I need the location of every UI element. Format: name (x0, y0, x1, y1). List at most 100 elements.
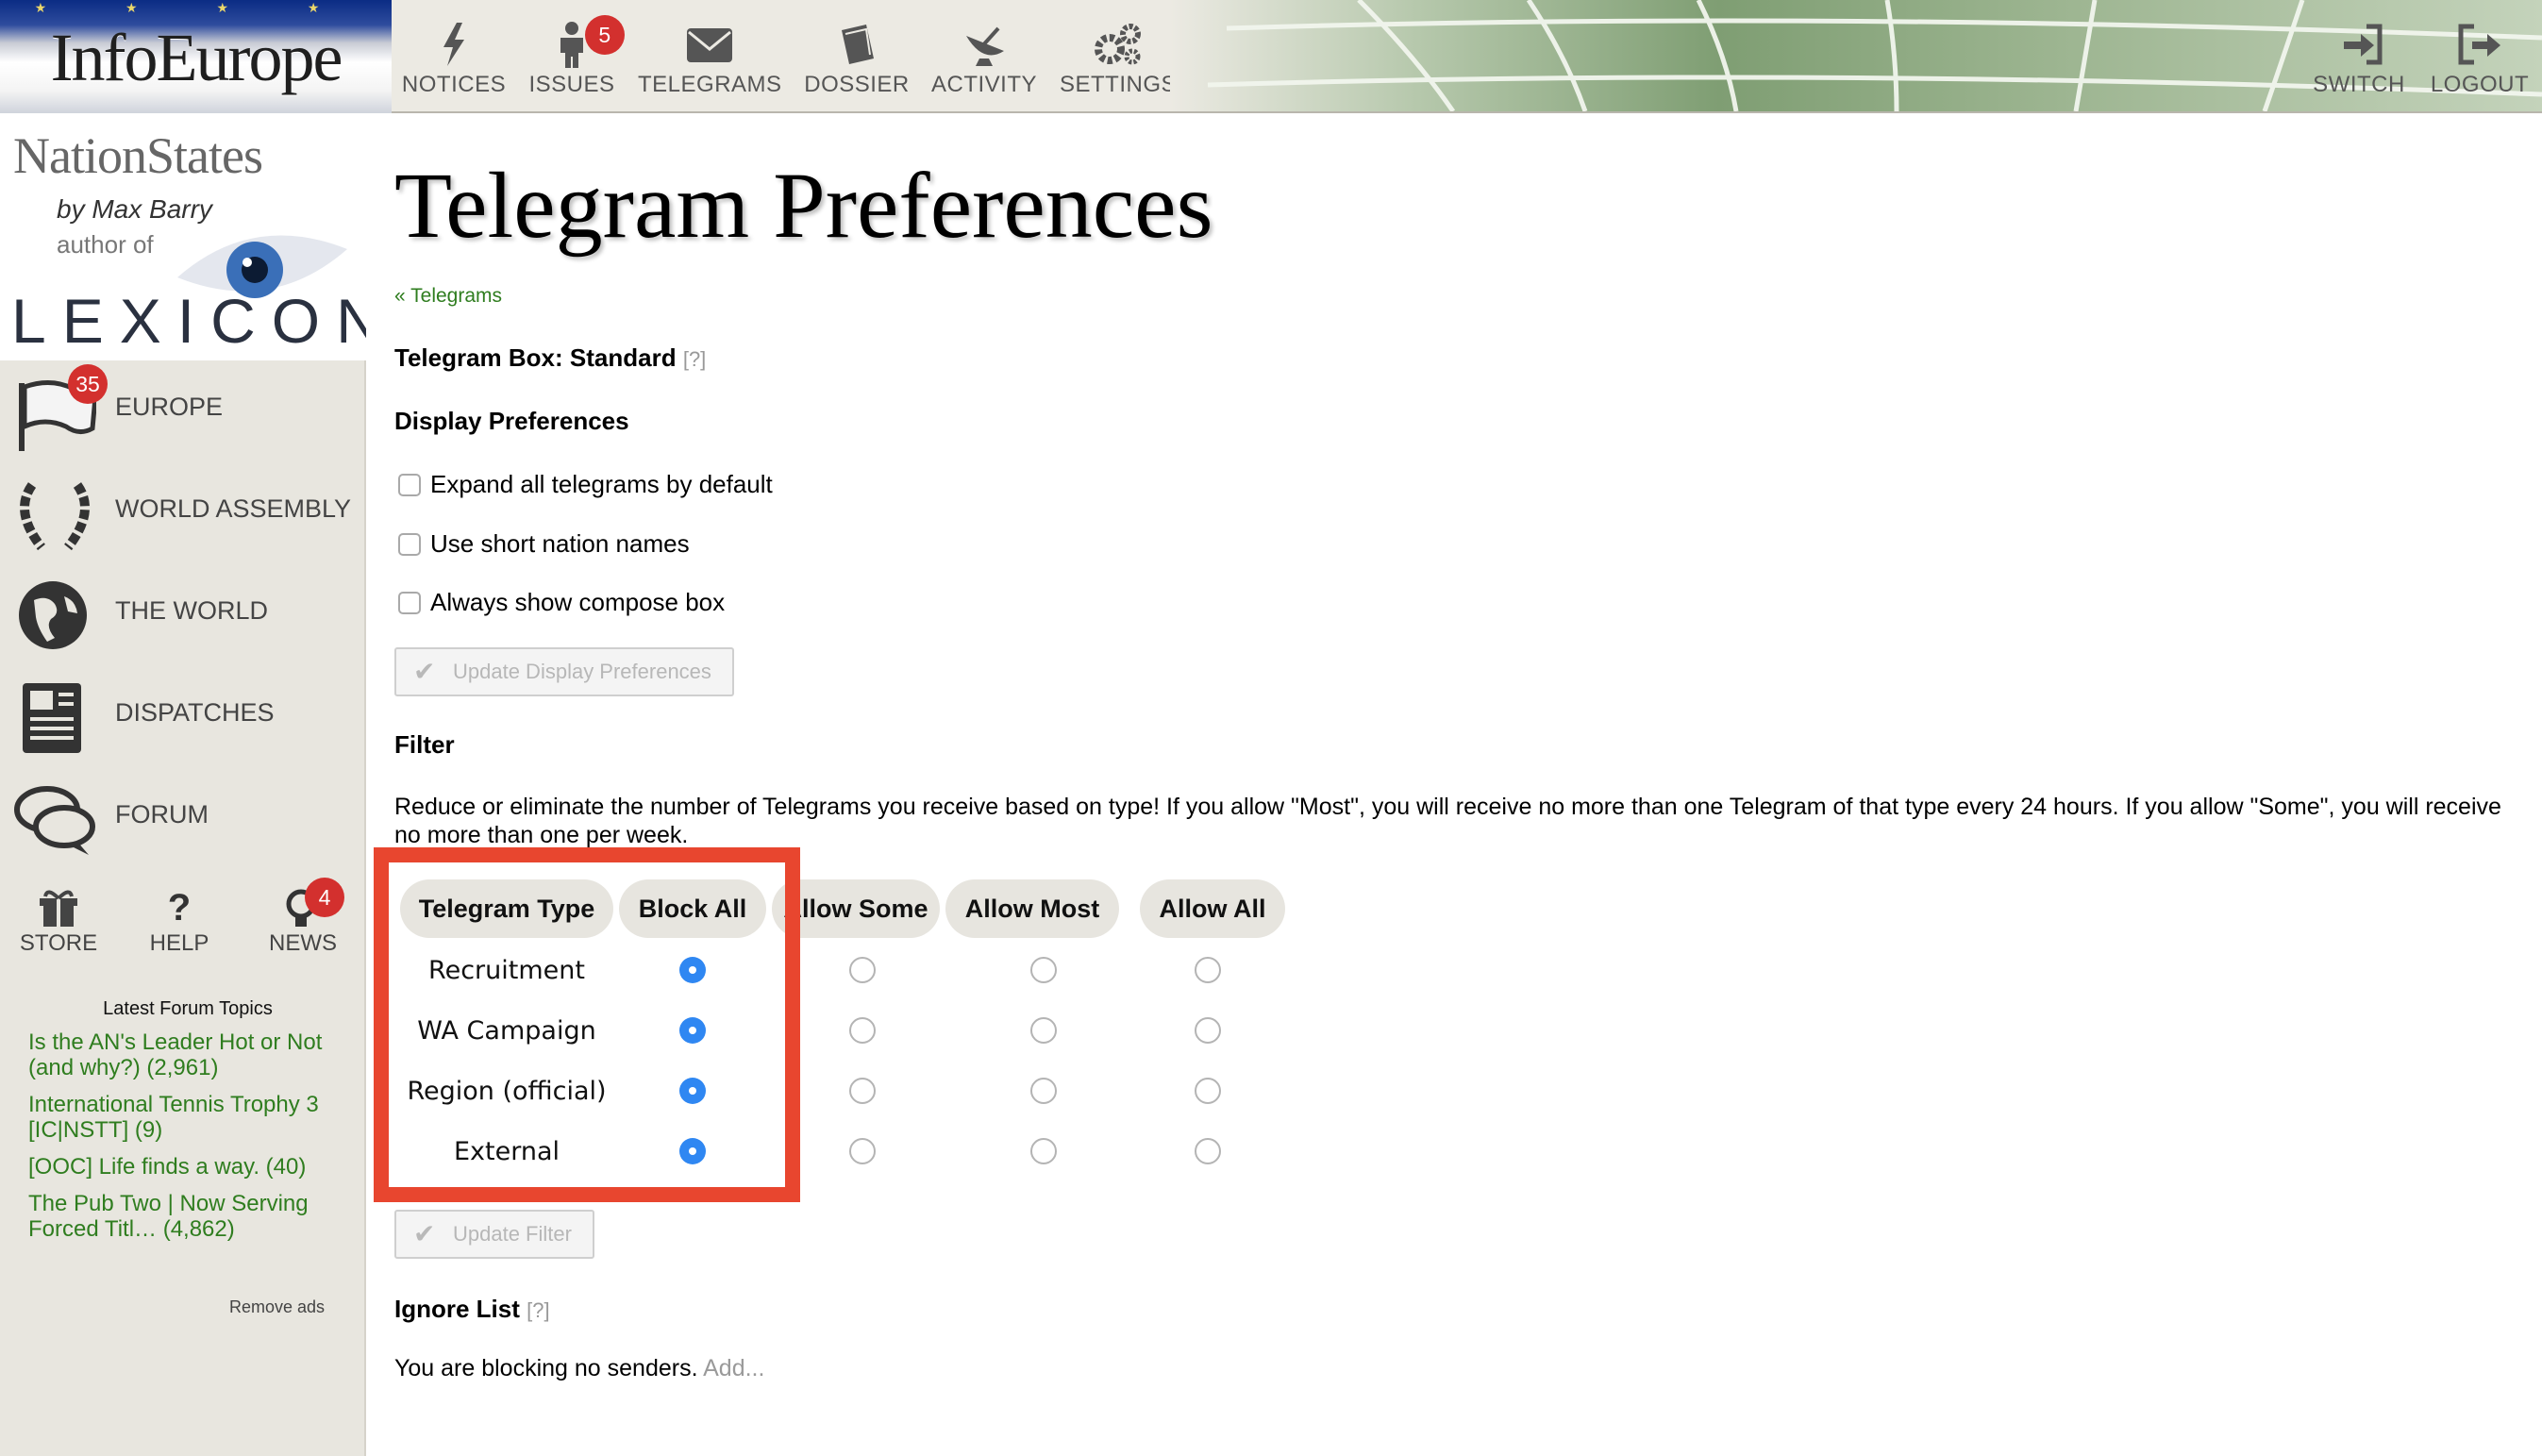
region-official-allow-all-radio[interactable] (1195, 1078, 1221, 1104)
checkbox-label: Always show compose box (430, 588, 726, 616)
nav-settings[interactable]: SETTINGS (1057, 0, 1179, 113)
europe-count-badge: 35 (68, 364, 108, 404)
sidebar-item-dispatches[interactable]: DISPATCHES (0, 666, 366, 768)
nav-telegrams[interactable]: TELEGRAMS (638, 0, 781, 113)
forum-topic-link[interactable]: International Tennis Trophy 3 [IC|NSTT] … (28, 1092, 340, 1143)
sidebar-item-forum[interactable]: FORUM (0, 768, 366, 870)
update-display-preferences-button[interactable]: ✔ Update Display Preferences (394, 647, 734, 696)
update-filter-button[interactable]: ✔ Update Filter (394, 1210, 594, 1259)
filter-heading: Filter (394, 730, 455, 759)
forum-topic-link[interactable]: Is the AN's Leader Hot or Not (and why?)… (28, 1029, 340, 1080)
latest-forum-topics: Latest Forum Topics Is the AN's Leader H… (28, 998, 340, 1253)
sidebar-item-label: DISPATCHES (115, 698, 275, 727)
external-allow-most-radio[interactable] (1030, 1138, 1057, 1164)
display-preferences-heading: Display Preferences (394, 407, 629, 435)
forum-topic-link[interactable]: [OOC] Life finds a way. (40) (28, 1154, 340, 1180)
ignore-list-help-link[interactable]: [?] (527, 1298, 549, 1322)
nav-notices-label: NOTICES (401, 72, 507, 97)
expand-telegrams-option[interactable]: Expand all telegrams by default (398, 470, 773, 498)
nationstates-logo[interactable]: NationStates by Max Barry author of LEXI… (0, 113, 366, 360)
external-allow-all-radio[interactable] (1195, 1138, 1221, 1164)
compose-box-option[interactable]: Always show compose box (398, 588, 725, 616)
sidebar-item-the-world[interactable]: THE WORLD (0, 564, 366, 666)
back-to-telegrams-link[interactable]: « Telegrams (394, 285, 502, 308)
region-banner[interactable]: ★ ★ ★ ★ InfoEurope (0, 0, 392, 113)
ignore-list-label: Ignore List (394, 1295, 520, 1323)
issues-count-badge: 5 (585, 15, 625, 55)
sidebar-item-label: WORLD ASSEMBLY (115, 494, 352, 523)
region-official-allow-most-radio[interactable] (1030, 1078, 1057, 1104)
nav-switch[interactable]: SWITCH (2306, 0, 2412, 113)
logo-lexicon: LEXICON (11, 286, 366, 356)
tool-help[interactable]: ? HELP (123, 883, 236, 978)
question-icon: ? (167, 887, 192, 929)
forum-topic-link[interactable]: The Pub Two | Now Serving Forced Titl… (… (28, 1191, 340, 1242)
globe-icon (19, 581, 87, 649)
checkbox-label: Expand all telegrams by default (430, 470, 773, 498)
recruitment-block-all-radio[interactable] (679, 957, 706, 983)
external-allow-some-radio[interactable] (849, 1138, 876, 1164)
short-names-checkbox[interactable] (398, 533, 421, 556)
laurel-wreath-icon (20, 482, 90, 551)
ignore-list-text: You are blocking no senders. (394, 1355, 698, 1381)
recruitment-allow-some-radio[interactable] (849, 957, 876, 983)
nav-activity[interactable]: ACTIVITY (927, 0, 1042, 113)
wa-campaign-block-all-radio[interactable] (679, 1017, 706, 1044)
filter-description: Reduce or eliminate the number of Telegr… (394, 794, 2501, 848)
speech-bubbles-icon (14, 786, 95, 855)
lightning-icon (396, 21, 511, 68)
satellite-dish-icon (927, 21, 1042, 68)
wa-campaign-allow-most-radio[interactable] (1030, 1017, 1057, 1044)
telegram-type-label: Recruitment (428, 956, 585, 985)
telegram-box-help-link[interactable]: [?] (683, 347, 706, 371)
sidebar-item-world-assembly[interactable]: WORLD ASSEMBLY (0, 462, 366, 564)
gears-icon (1057, 21, 1179, 68)
region-official-allow-some-radio[interactable] (849, 1078, 876, 1104)
recruitment-allow-all-radio[interactable] (1195, 957, 1221, 983)
nav-issues[interactable]: ISSUES 5 (519, 0, 625, 113)
logo-nationstates: NationStates (13, 127, 263, 184)
banner-stars: ★ ★ ★ ★ (34, 0, 358, 15)
telegram-type-label: Region (official) (407, 1077, 607, 1106)
nav-switch-label: SWITCH (2313, 72, 2405, 97)
checkbox-label: Use short nation names (430, 529, 690, 558)
column-header-block-all: Block All (619, 879, 766, 938)
button-label: Update Display Preferences (453, 660, 711, 683)
checkmark-icon: ✔ (413, 657, 436, 686)
wa-campaign-allow-all-radio[interactable] (1195, 1017, 1221, 1044)
sign-in-icon (2306, 21, 2412, 68)
telegram-box-label: Telegram Box: Standard (394, 343, 677, 372)
envelope-icon (638, 21, 781, 68)
sidebar-item-europe[interactable]: 35 EUROPE (0, 360, 366, 462)
recruitment-allow-most-radio[interactable] (1030, 957, 1057, 983)
region-banner-title: InfoEurope (50, 20, 343, 95)
tool-store-label: STORE (19, 930, 98, 956)
nav-logout[interactable]: LOGOUT (2425, 0, 2534, 113)
tool-news[interactable]: 4 NEWS (246, 878, 360, 978)
add-ignore-link[interactable]: Add... (703, 1355, 764, 1381)
nav-settings-label: SETTINGS (1059, 72, 1177, 97)
region-official-block-all-radio[interactable] (679, 1078, 706, 1104)
column-header-telegram-type: Telegram Type (400, 879, 613, 938)
remove-ads-link[interactable]: Remove ads (229, 1297, 325, 1317)
wa-campaign-allow-some-radio[interactable] (849, 1017, 876, 1044)
newspaper-icon (23, 683, 81, 753)
page-title: Telegram Preferences (394, 153, 1213, 258)
gift-icon (40, 890, 77, 927)
top-navigation-bar: ★ ★ ★ ★ InfoEurope NOTICES ISSUES 5 TELE… (0, 0, 2542, 113)
short-names-option[interactable]: Use short nation names (398, 529, 690, 558)
expand-telegrams-checkbox[interactable] (398, 474, 421, 496)
column-header-allow-most: Allow Most (945, 879, 1119, 938)
nav-dossier-label: DOSSIER (804, 72, 910, 97)
column-header-allow-all: Allow All (1140, 879, 1285, 938)
news-count-badge: 4 (305, 878, 344, 917)
nav-dossier[interactable]: DOSSIER (800, 0, 913, 113)
nav-issues-label: ISSUES (528, 72, 615, 97)
sidebar-item-label: THE WORLD (115, 596, 268, 625)
compose-box-checkbox[interactable] (398, 592, 421, 614)
telegram-box-heading: Telegram Box: Standard [?] (394, 343, 706, 373)
external-block-all-radio[interactable] (679, 1138, 706, 1164)
nav-notices[interactable]: NOTICES (396, 0, 511, 113)
tool-store[interactable]: STORE (2, 883, 115, 978)
telegram-type-label: WA Campaign (417, 1016, 596, 1046)
